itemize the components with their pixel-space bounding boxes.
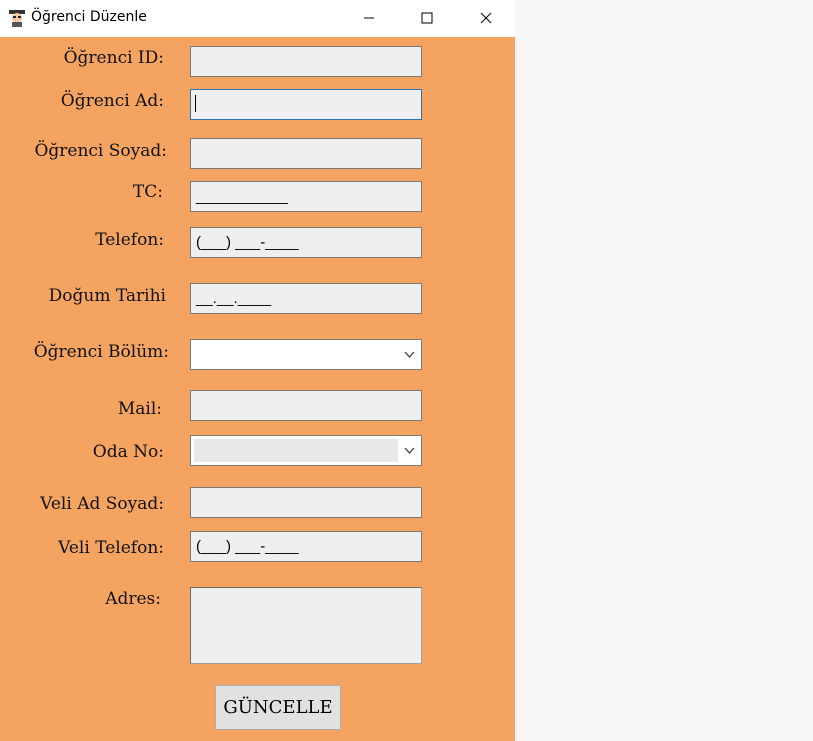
student-id-field[interactable]: [190, 46, 422, 77]
tc-mask: ___________: [196, 188, 288, 205]
tc-label: TC:: [132, 182, 163, 202]
minimize-button[interactable]: [346, 0, 392, 36]
student-name-label: Öğrenci Ad:: [60, 91, 164, 111]
close-icon: [480, 12, 492, 24]
title-bar: Öğrenci Düzenle: [0, 0, 515, 37]
phone-label: Telefon:: [95, 230, 164, 250]
student-name-field[interactable]: [190, 89, 422, 120]
birth-date-mask: __.__.____: [196, 290, 272, 307]
chevron-down-icon: [404, 351, 415, 358]
edit-student-window: Öğrenci Düzenle Öğrenci ID: Öğrenci Ad: …: [0, 0, 515, 741]
minimize-icon: [364, 17, 374, 19]
birth-date-field[interactable]: __.__.____: [190, 283, 422, 314]
window-title: Öğrenci Düzenle: [31, 9, 147, 25]
student-surname-label: Öğrenci Soyad:: [34, 141, 167, 161]
mail-field[interactable]: [190, 390, 422, 421]
maximize-button[interactable]: [404, 0, 450, 36]
parent-name-field[interactable]: [190, 487, 422, 518]
student-id-label: Öğrenci ID:: [63, 48, 164, 68]
close-button[interactable]: [463, 0, 509, 36]
chevron-down-icon: [404, 447, 415, 454]
parent-phone-label: Veli Telefon:: [58, 538, 164, 558]
department-combobox[interactable]: [190, 339, 422, 370]
update-button[interactable]: GÜNCELLE: [215, 685, 341, 730]
parent-name-label: Veli Ad Soyad:: [40, 494, 164, 514]
room-label: Oda No:: [92, 442, 164, 462]
mail-label: Mail:: [117, 399, 162, 419]
phone-mask: (___) ___-____: [196, 234, 299, 251]
student-surname-field[interactable]: [190, 138, 422, 169]
tc-field[interactable]: ___________: [190, 181, 422, 212]
phone-field[interactable]: (___) ___-____: [190, 227, 422, 258]
address-label: Adres:: [105, 589, 161, 609]
parent-phone-mask: (___) ___-____: [196, 538, 299, 555]
department-label: Öğrenci Bölüm:: [33, 342, 169, 362]
address-textarea[interactable]: [190, 587, 422, 664]
parent-phone-field[interactable]: (___) ___-____: [190, 531, 422, 562]
room-value: [194, 439, 398, 462]
room-combobox[interactable]: [190, 435, 422, 466]
birth-date-label: Doğum Tarihi: [48, 286, 166, 306]
student-avatar-icon: [9, 10, 25, 27]
maximize-icon: [421, 12, 433, 24]
